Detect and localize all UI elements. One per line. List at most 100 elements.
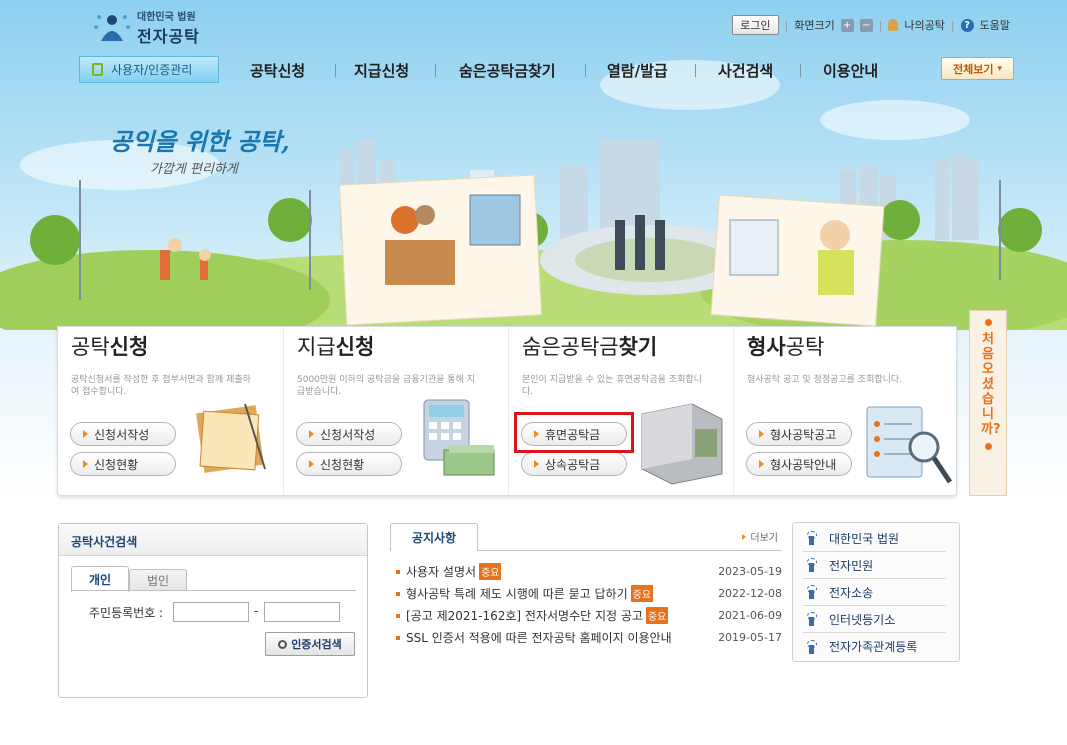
main-nav: 사용자/인증관리 공탁신청 지급신청 숨은공탁금찾기 열람/발급 사건검색 이용… [0, 56, 1067, 84]
utility-bar: 로그인 | 화면크기 + − | 나의공탁 | ? 도움말 [732, 15, 1010, 35]
card-criminal-deposit: 형사공탁 형사공탁 공고 및 정정공고를 조회합니다. 형사공탁공고 형사공탁안… [733, 327, 958, 495]
arrow-right-icon [309, 430, 314, 438]
cert-search-button[interactable]: 인증서검색 [265, 632, 355, 656]
notice-date: 2021-06-09 [718, 609, 782, 622]
nav-divider [585, 64, 586, 77]
court-icon [803, 584, 819, 600]
site-logo[interactable]: 대한민국 법원 전자공탁 [93, 8, 200, 47]
important-badge: 중요 [630, 585, 654, 602]
hero-subslogan: 가깝게 편리하게 [150, 162, 238, 177]
nav-view-issue[interactable]: 열람/발급 [607, 60, 668, 81]
view-all-label: 전체보기 [952, 62, 994, 76]
search-icon [278, 639, 288, 649]
quick-links-panel: 대한민국 법원 전자민원 전자소송 인터넷등기소 전자가족관계등록 [792, 522, 960, 662]
card-title: 숨은공탁금찾기 [522, 335, 658, 359]
help-link[interactable]: 도움말 [980, 17, 1010, 33]
arrow-right-icon [83, 460, 88, 468]
zoom-out-button[interactable]: − [859, 18, 873, 32]
arrow-right-icon [83, 430, 88, 438]
nav-hidden-deposit[interactable]: 숨은공탁금찾기 [459, 60, 556, 81]
nav-divider [695, 64, 696, 77]
notice-date: 2023-05-19 [718, 565, 782, 578]
font-size-label: 화면크기 [794, 19, 835, 32]
notice-date: 2019-05-17 [718, 631, 782, 644]
logo-subtitle: 대한민국 법원 [137, 12, 196, 23]
important-badge: 중요 [479, 563, 502, 580]
write-application-button[interactable]: 신청서작성 [70, 422, 176, 446]
person-icon [888, 19, 899, 31]
card-title: 공탁신청 [71, 335, 149, 359]
bullet-icon [984, 319, 992, 326]
nav-divider [800, 64, 801, 77]
notice-item[interactable]: 사용자 설명서 중요 2023-05-19 [396, 563, 782, 580]
first-visit-banner[interactable]: 처음오셨습니까? [969, 310, 1007, 496]
arrow-right-icon [309, 460, 314, 468]
card-description: 형사공탁 공고 및 정정공고를 조회합니다. [747, 375, 903, 385]
notice-panel: 공지사항 더보기 사용자 설명서 중요 2023-05-19 형사공탁 특례 제… [390, 523, 782, 683]
inheritance-deposit-button[interactable]: 상속공탁금 [521, 452, 627, 476]
link-e-litigation[interactable]: 전자소송 [803, 579, 946, 606]
tab-notice[interactable]: 공지사항 [390, 523, 478, 551]
divider: | [950, 18, 955, 32]
card-deposit-apply: 공탁신청 공탁신청서를 작성한 후 첨부서면과 함께 제출하여 접수합니다. 신… [58, 327, 283, 495]
user-cert-mgmt-label: 사용자/인증관리 [111, 63, 193, 77]
link-e-family-registry[interactable]: 전자가족관계등록 [803, 633, 946, 660]
nav-divider [335, 64, 336, 77]
more-link[interactable]: 더보기 [742, 529, 778, 544]
tab-individual[interactable]: 개인 [71, 566, 129, 592]
safe-icon [641, 403, 723, 485]
court-icon [803, 557, 819, 573]
tab-underline [71, 590, 356, 591]
calculator-icon [423, 399, 495, 476]
view-all-button[interactable]: 전체보기 ▾ [941, 57, 1014, 80]
lock-icon [92, 63, 103, 76]
card-payment-apply: 지급신청 5000만원 이하의 공탁금을 금융기관을 통해 지급받습니다. 신청… [283, 327, 508, 495]
criminal-notice-button[interactable]: 형사공탁공고 [746, 422, 852, 446]
case-search-title: 공탁사건검색 [59, 524, 367, 556]
court-icon [803, 611, 819, 627]
arrow-right-icon [759, 430, 764, 438]
bullet-icon [984, 443, 992, 450]
criminal-guide-button[interactable]: 형사공탁안내 [746, 452, 852, 476]
notice-item[interactable]: [공고 제2021-162호] 전자서명수단 지정 공고 중요 2021-06-… [396, 607, 782, 624]
link-korea-court[interactable]: 대한민국 법원 [803, 525, 946, 552]
user-cert-mgmt-button[interactable]: 사용자/인증관리 [79, 56, 219, 83]
rrn-second-input[interactable] [264, 602, 340, 622]
zoom-in-button[interactable]: + [840, 18, 854, 32]
folder-icon [196, 403, 266, 473]
tab-underline [477, 550, 782, 551]
court-emblem-icon [94, 14, 130, 41]
application-status-button[interactable]: 신청현황 [70, 452, 176, 476]
card-title: 지급신청 [297, 335, 375, 359]
service-cards: 공탁신청 공탁신청서를 작성한 후 첨부서면과 함께 제출하여 접수합니다. 신… [57, 326, 957, 496]
my-deposit-link[interactable]: 나의공탁 [904, 17, 944, 33]
rrn-dash: - [254, 604, 259, 618]
bullet-icon [396, 569, 400, 574]
write-application-button[interactable]: 신청서작성 [296, 422, 402, 446]
chevron-down-icon: ▾ [997, 63, 1002, 74]
notice-item[interactable]: SSL 인증서 적용에 따른 전자공탁 홈페이지 이용안내 2019-05-17 [396, 629, 782, 646]
notice-item[interactable]: 형사공탁 특례 제도 시행에 따른 묻고 답하기 중요 2022-12-08 [396, 585, 782, 602]
bullet-icon [396, 635, 400, 640]
clipboard-magnifier-icon [866, 406, 953, 484]
card-title: 형사공탁 [747, 335, 825, 359]
nav-case-search[interactable]: 사건검색 [718, 60, 773, 81]
nav-guide[interactable]: 이용안내 [823, 60, 878, 81]
application-status-button[interactable]: 신청현황 [296, 452, 402, 476]
highlight-box [514, 412, 634, 453]
arrow-right-icon [759, 460, 764, 468]
court-icon [803, 639, 819, 655]
login-button[interactable]: 로그인 [732, 15, 779, 35]
court-icon [803, 530, 819, 546]
link-e-civil[interactable]: 전자민원 [803, 552, 946, 579]
notice-date: 2022-12-08 [718, 587, 782, 600]
nav-deposit-apply[interactable]: 공탁신청 [250, 60, 305, 81]
rrn-first-input[interactable] [173, 602, 249, 622]
tab-corporation[interactable]: 법인 [129, 569, 187, 591]
link-internet-registry[interactable]: 인터넷등기소 [803, 606, 946, 633]
bullet-icon [396, 591, 400, 596]
card-description: 본인이 지급받을 수 있는 휴면공탁금을 조회합니다. [522, 375, 702, 397]
case-search-panel: 공탁사건검색 개인 법인 주민등록번호 : - 인증서검색 [58, 523, 368, 698]
first-visit-text: 처음오셨습니까? [981, 332, 1001, 437]
nav-payment-apply[interactable]: 지급신청 [354, 60, 409, 81]
